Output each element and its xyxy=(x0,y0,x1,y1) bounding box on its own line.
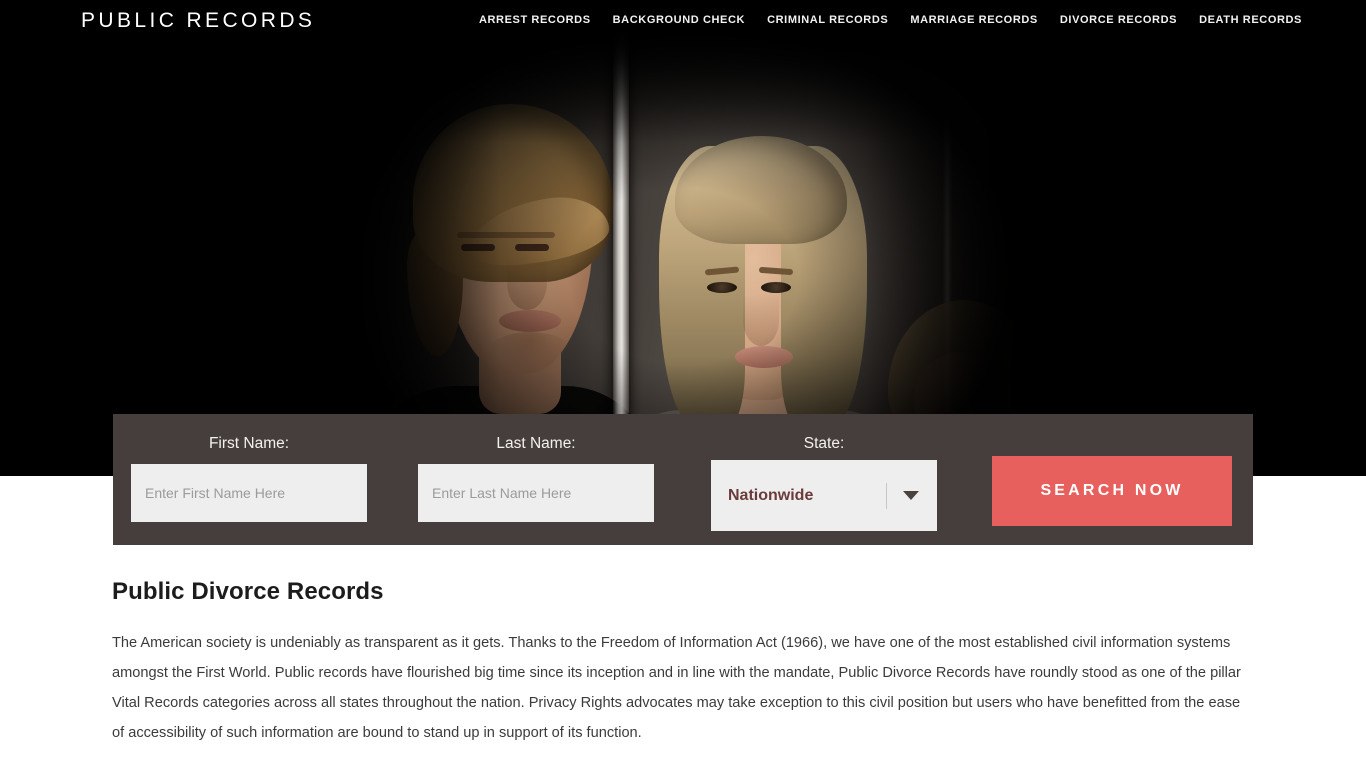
search-panel: First Name: Last Name: State: Nationwide… xyxy=(113,414,1253,545)
chevron-down-icon xyxy=(903,491,919,500)
first-name-label: First Name: xyxy=(208,435,290,452)
main-navigation: ARREST RECORDS BACKGROUND CHECK CRIMINAL… xyxy=(479,14,1302,26)
nav-item-death-records[interactable]: DEATH RECORDS xyxy=(1199,14,1302,26)
search-now-button[interactable]: SEARCH NOW xyxy=(992,456,1232,526)
nav-item-criminal-records[interactable]: CRIMINAL RECORDS xyxy=(767,14,888,26)
hero-fade-left xyxy=(0,0,340,476)
hero-fade-right xyxy=(1026,0,1366,476)
hero-photo xyxy=(303,0,1063,476)
state-select[interactable]: Nationwide xyxy=(711,460,937,531)
last-name-input[interactable] xyxy=(418,464,654,522)
nav-item-background-check[interactable]: BACKGROUND CHECK xyxy=(613,14,745,26)
site-header: PUBLIC RECORDS ARREST RECORDS BACKGROUND… xyxy=(0,0,1366,44)
page-root: PUBLIC RECORDS ARREST RECORDS BACKGROUND… xyxy=(0,0,1366,768)
site-logo[interactable]: PUBLIC RECORDS xyxy=(81,9,315,33)
hero-banner xyxy=(0,0,1366,476)
nav-item-arrest-records[interactable]: ARREST RECORDS xyxy=(479,14,591,26)
select-divider xyxy=(886,482,887,509)
state-select-value: Nationwide xyxy=(728,486,814,504)
state-label: State: xyxy=(803,435,845,452)
hero-vignette xyxy=(303,0,1063,476)
page-title: Public Divorce Records xyxy=(112,578,384,605)
first-name-input[interactable] xyxy=(131,464,367,522)
article-body: The American society is undeniably as tr… xyxy=(112,635,1241,741)
last-name-label: Last Name: xyxy=(496,435,576,452)
nav-item-marriage-records[interactable]: MARRIAGE RECORDS xyxy=(910,14,1038,26)
nav-item-divorce-records[interactable]: DIVORCE RECORDS xyxy=(1060,14,1177,26)
article-section: Public Divorce Records The American soci… xyxy=(112,578,1254,748)
